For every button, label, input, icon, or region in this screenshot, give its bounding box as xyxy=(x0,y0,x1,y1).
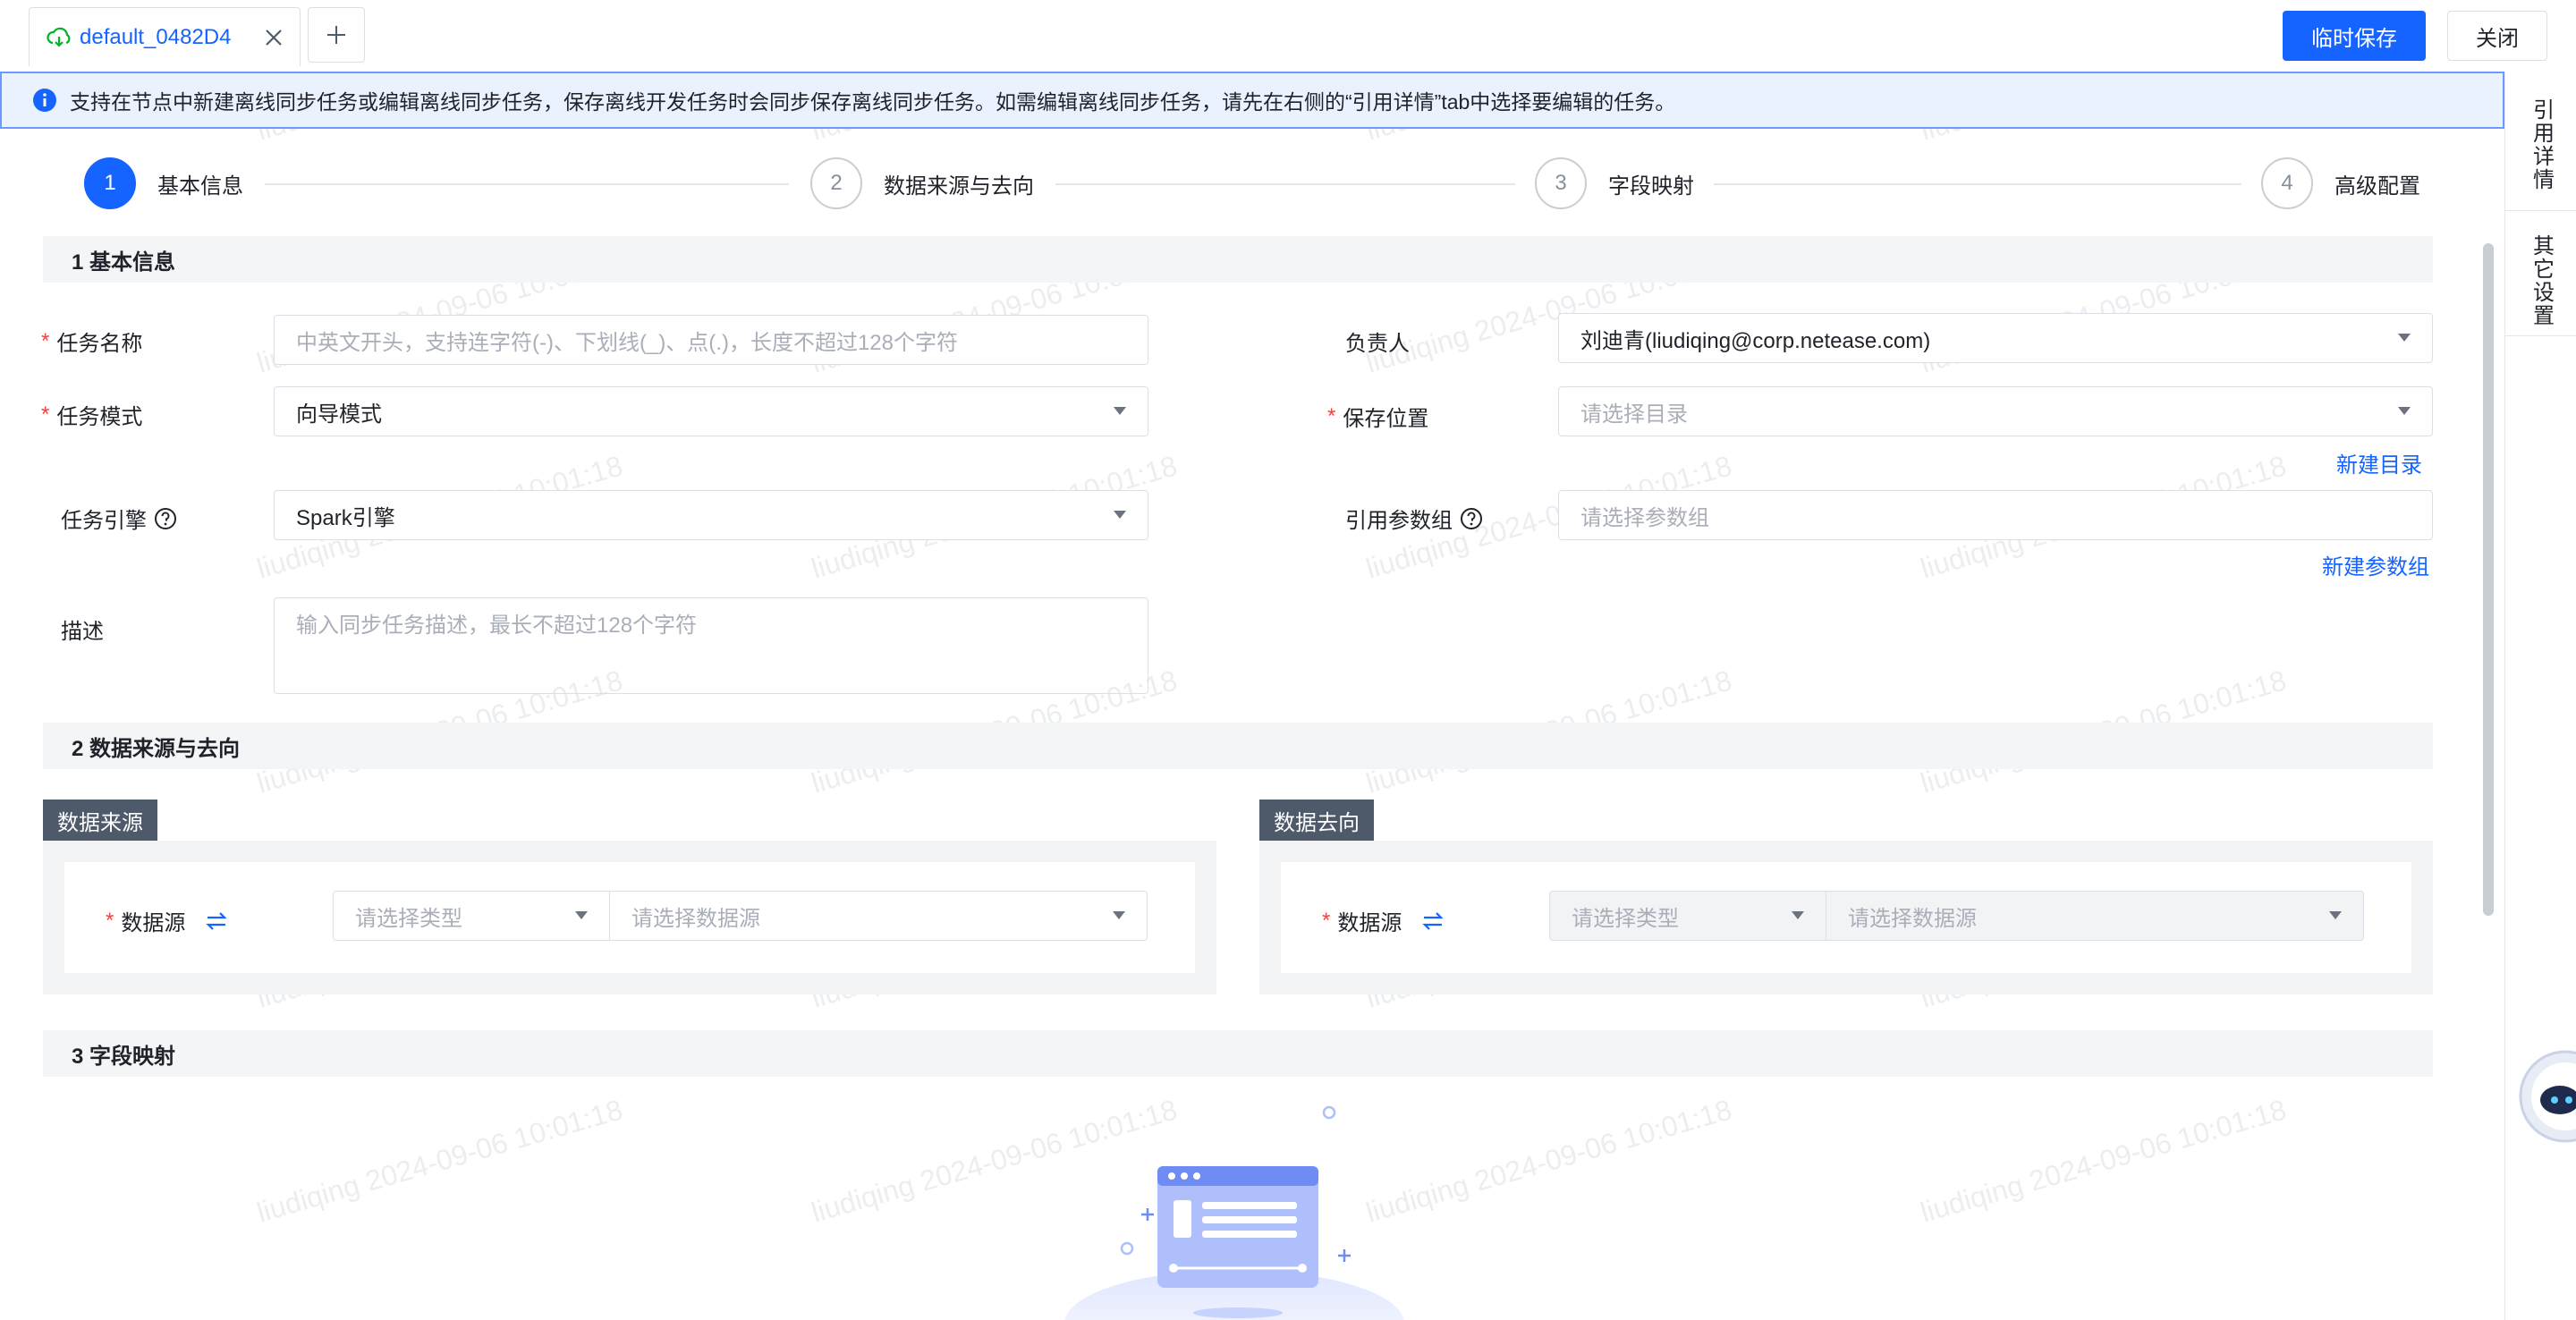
close-icon[interactable] xyxy=(264,28,284,47)
step-number: 1 xyxy=(84,157,136,209)
step-field-mapping[interactable]: 3 字段映射 xyxy=(1535,157,1694,209)
info-icon xyxy=(33,89,56,112)
swap-icon[interactable] xyxy=(1421,910,1445,933)
help-icon[interactable] xyxy=(154,507,177,530)
save-location-select[interactable]: 请选择目录 xyxy=(1558,386,2433,436)
save-location-placeholder: 请选择目录 xyxy=(1580,402,1688,427)
cloud-sync-icon xyxy=(47,27,71,47)
target-type-placeholder: 请选择类型 xyxy=(1572,906,1679,931)
chevron-down-icon xyxy=(2398,334,2411,342)
task-name-label: * 任务名称 xyxy=(41,328,143,357)
plus-icon xyxy=(327,26,345,44)
top-bar: default_0482D4 临时保存 关闭 xyxy=(0,0,2576,72)
step-number: 3 xyxy=(1535,157,1587,209)
side-tab-label: 其它设置 xyxy=(2529,234,2554,327)
tab-label: default_0482D4 xyxy=(80,24,232,49)
source-type-select[interactable]: 请选择类型 xyxy=(333,891,610,941)
watermark: liudiqing 2024-09-06 10:01:18 xyxy=(253,1093,627,1229)
step-source-target[interactable]: 2 数据来源与去向 xyxy=(810,157,1034,209)
owner-select[interactable]: 刘迪青(liudiqing@corp.netease.com) xyxy=(1558,313,2433,363)
step-label: 基本信息 xyxy=(157,173,243,199)
source-datasource-label: * 数据源 xyxy=(106,905,228,936)
chevron-down-icon xyxy=(1792,911,1804,919)
chevron-down-icon xyxy=(2398,407,2411,415)
assistant-bot-icon[interactable] xyxy=(2515,1046,2576,1147)
step-connector xyxy=(265,183,789,185)
scrollbar[interactable] xyxy=(2483,243,2494,916)
swap-icon[interactable] xyxy=(205,910,228,933)
new-directory-link[interactable]: 新建目录 xyxy=(2336,447,2422,478)
banner-text: 支持在节点中新建离线同步任务或编辑离线同步任务，保存离线开发任务时会同步保存离线… xyxy=(70,90,1676,114)
chevron-down-icon xyxy=(1114,511,1126,519)
source-datasource-placeholder: 请选择数据源 xyxy=(631,906,760,931)
task-mode-value: 向导模式 xyxy=(296,402,382,427)
step-label: 高级配置 xyxy=(2334,173,2420,199)
engine-select[interactable]: Spark引擎 xyxy=(274,490,1148,540)
section-field-mapping: 3 字段映射 xyxy=(43,1030,2433,1077)
target-panel-title: 数据去向 xyxy=(1259,800,1374,841)
source-type-placeholder: 请选择类型 xyxy=(355,906,462,931)
step-connector xyxy=(1055,183,1515,185)
watermark: liudiqing 2024-09-06 10:01:18 xyxy=(1917,1093,2291,1229)
chevron-down-icon xyxy=(575,911,588,919)
step-number: 4 xyxy=(2261,157,2313,209)
description-label: 描述 xyxy=(61,620,104,644)
task-mode-select[interactable]: 向导模式 xyxy=(274,386,1148,436)
engine-value: Spark引擎 xyxy=(296,505,395,530)
step-label: 字段映射 xyxy=(1608,173,1694,199)
empty-state-illustration xyxy=(1064,1105,1404,1320)
save-location-label: * 保存位置 xyxy=(1327,403,1429,432)
side-tab-references[interactable]: 引用详情 xyxy=(2505,72,2576,211)
step-advanced-config[interactable]: 4 高级配置 xyxy=(2261,157,2420,209)
add-tab-button[interactable] xyxy=(308,7,365,63)
owner-label: 负责人 xyxy=(1345,332,1410,356)
owner-value: 刘迪青(liudiqing@corp.netease.com) xyxy=(1580,328,1931,353)
step-connector xyxy=(1714,183,2241,185)
target-datasource-select[interactable]: 请选择数据源 xyxy=(1826,891,2364,941)
chevron-down-icon xyxy=(2329,911,2342,919)
task-name-input[interactable]: 中英文开头，支持连字符(-)、下划线(_)、点(.)，长度不超过128个字符 xyxy=(274,315,1148,365)
source-datasource-select[interactable]: 请选择数据源 xyxy=(609,891,1148,941)
param-group-select[interactable]: 请选择参数组 xyxy=(1558,490,2433,540)
target-type-select[interactable]: 请选择类型 xyxy=(1549,891,1826,941)
temp-save-button[interactable]: 临时保存 xyxy=(2283,11,2426,61)
step-number: 2 xyxy=(810,157,862,209)
source-panel-title: 数据来源 xyxy=(43,800,157,841)
step-label: 数据来源与去向 xyxy=(884,173,1034,199)
side-tab-other-settings[interactable]: 其它设置 xyxy=(2505,211,2576,336)
description-textarea[interactable]: 输入同步任务描述，最长不超过128个字符 xyxy=(274,597,1148,694)
info-banner: 支持在节点中新建离线同步任务或编辑离线同步任务，保存离线开发任务时会同步保存离线… xyxy=(0,72,2504,129)
new-param-group-link[interactable]: 新建参数组 xyxy=(2322,549,2429,580)
section-source-target: 2 数据来源与去向 xyxy=(43,723,2433,769)
step-basic-info[interactable]: 1 基本信息 xyxy=(84,157,243,209)
param-group-label: 引用参数组 xyxy=(1345,503,1483,534)
target-datasource-placeholder: 请选择数据源 xyxy=(1848,906,1977,931)
section-basic-info: 1 基本信息 xyxy=(43,236,2433,283)
engine-label: 任务引擎 xyxy=(61,503,177,534)
close-button[interactable]: 关闭 xyxy=(2447,11,2547,61)
help-icon[interactable] xyxy=(1460,507,1483,530)
task-mode-label: * 任务模式 xyxy=(41,402,143,430)
target-datasource-label: * 数据源 xyxy=(1322,905,1445,936)
chevron-down-icon xyxy=(1113,911,1125,919)
tab-default[interactable]: default_0482D4 xyxy=(29,7,301,66)
side-tab-label: 引用详情 xyxy=(2529,98,2554,191)
chevron-down-icon xyxy=(1114,407,1126,415)
